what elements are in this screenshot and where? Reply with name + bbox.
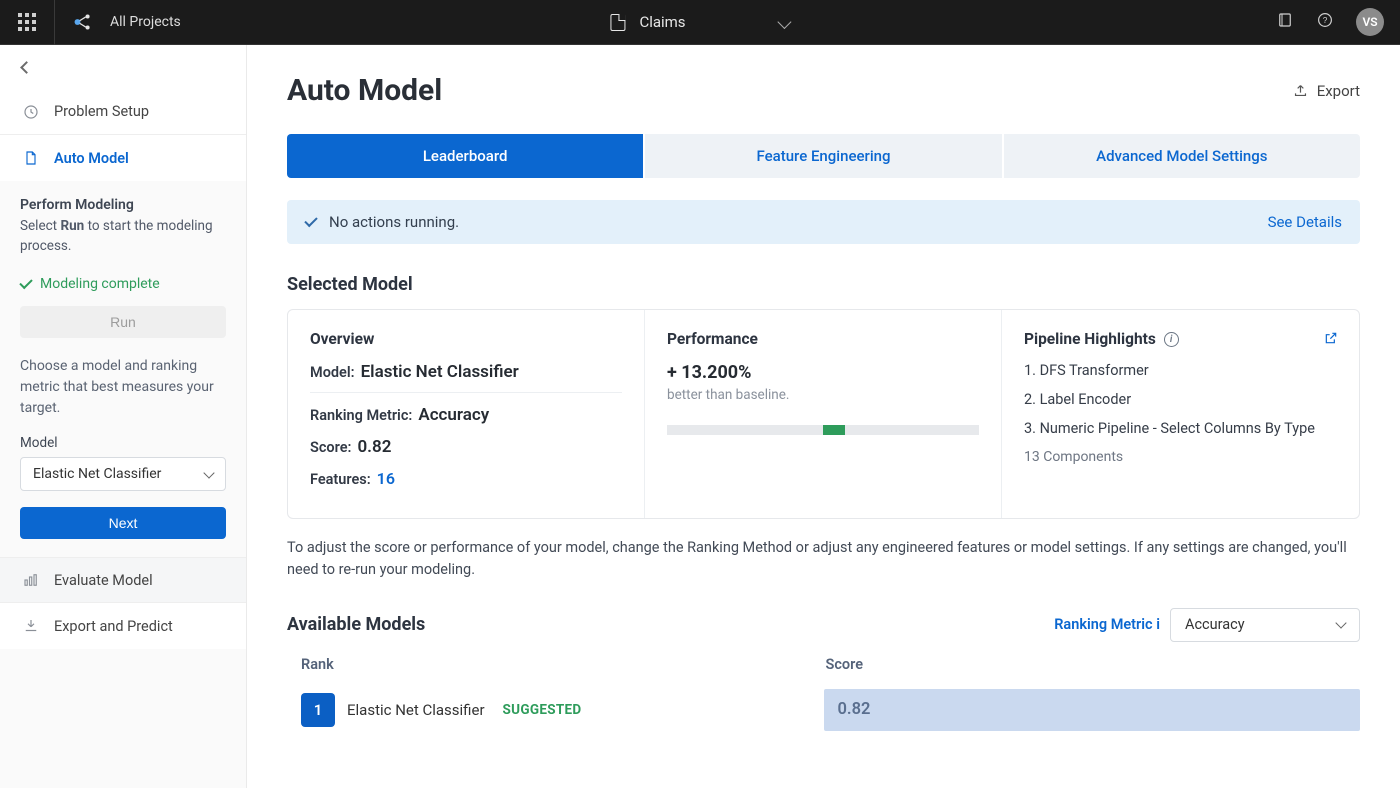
sidebar-item-evaluate-model[interactable]: Evaluate Model (0, 557, 246, 603)
apps-grid-button[interactable] (0, 0, 55, 45)
overview-heading: Overview (310, 330, 622, 348)
docs-icon[interactable] (1276, 11, 1294, 33)
performance-panel: Performance + 13.200% better than baseli… (645, 310, 1002, 518)
overview-panel: Overview Model: Elastic Net Classifier R… (288, 310, 645, 518)
perform-modeling-text: Perform Modeling Select Run to start the… (0, 181, 246, 266)
column-rank: Rank (301, 656, 822, 673)
run-button[interactable]: Run (20, 306, 226, 338)
sidebar-item-export-predict[interactable]: Export and Predict (0, 603, 246, 649)
overview-rank-key: Ranking Metric: (310, 407, 412, 424)
sidebar: Problem Setup Auto Model Perform Modelin… (0, 45, 247, 788)
overview-features-key: Features: (310, 471, 371, 488)
chevron-down-icon (1335, 618, 1346, 629)
performance-heading: Performance (667, 330, 979, 348)
column-score: Score (822, 656, 1347, 673)
model-name: Elastic Net Classifier (347, 701, 485, 719)
models-table: Rank Score 1 Elastic Net Classifier SUGG… (287, 656, 1360, 737)
selected-model-panels: Overview Model: Elastic Net Classifier R… (287, 309, 1360, 519)
overview-model-key: Model: (310, 364, 355, 381)
perform-modeling-desc-a: Select (20, 218, 60, 234)
pipeline-components-count: 13 Components (1024, 449, 1337, 465)
info-icon[interactable]: i (1156, 616, 1160, 633)
check-icon (19, 275, 32, 288)
overview-model-value: Elastic Net Classifier (361, 362, 519, 382)
selected-model-heading: Selected Model (287, 274, 1360, 295)
pipeline-item: 1. DFS Transformer (1024, 362, 1337, 379)
clock-icon (22, 103, 40, 121)
perform-modeling-heading: Perform Modeling (20, 197, 226, 213)
chevron-left-icon (20, 61, 33, 74)
performance-subtitle: better than baseline. (667, 387, 979, 403)
modeling-complete-label: Modeling complete (40, 276, 160, 292)
sidebar-item-problem-setup[interactable]: Problem Setup (0, 89, 246, 135)
sidebar-item-label: Problem Setup (54, 103, 149, 120)
pipeline-item: 3. Numeric Pipeline - Select Columns By … (1024, 420, 1337, 437)
pipeline-list: 1. DFS Transformer 2. Label Encoder 3. N… (1024, 362, 1337, 437)
available-models-heading: Available Models (287, 614, 425, 635)
pipeline-heading-text: Pipeline Highlights (1024, 330, 1156, 348)
project-selector[interactable]: Claims (610, 13, 789, 31)
sidebar-item-auto-model[interactable]: Auto Model (0, 135, 246, 181)
pipeline-heading: Pipeline Highlights i (1024, 330, 1337, 348)
check-icon (304, 214, 317, 227)
score-cell: 0.82 (824, 689, 1361, 731)
chart-icon (22, 571, 40, 589)
content-area: Auto Model Export Leaderboard Feature En… (247, 45, 1400, 788)
model-label: Model (0, 433, 246, 455)
file-icon (22, 149, 40, 167)
perform-modeling-desc-b: Run (60, 218, 84, 234)
export-label: Export (1317, 82, 1360, 100)
tabs: Leaderboard Feature Engineering Advanced… (287, 134, 1360, 178)
tab-advanced-settings[interactable]: Advanced Model Settings (1004, 134, 1360, 178)
status-banner: No actions running. See Details (287, 200, 1360, 244)
pipeline-item: 2. Label Encoder (1024, 391, 1337, 408)
performance-bar-segment (823, 425, 845, 435)
open-external-icon[interactable] (1323, 330, 1339, 346)
pipeline-panel: Pipeline Highlights i 1. DFS Transformer… (1002, 310, 1359, 518)
performance-delta: + 13.200% (667, 362, 979, 383)
brand-icon (55, 11, 110, 33)
ranking-metric-label-text: Ranking Metric (1054, 616, 1152, 633)
modeling-complete-status: Modeling complete (0, 266, 246, 298)
model-choose-help: Choose a model and ranking metric that b… (0, 342, 246, 433)
export-button[interactable]: Export (1292, 82, 1360, 100)
next-button[interactable]: Next (20, 507, 226, 539)
sidebar-item-label: Auto Model (54, 150, 129, 167)
project-name: Claims (639, 13, 685, 31)
sidebar-item-label: Export and Predict (54, 618, 173, 635)
model-select[interactable]: Elastic Net Classifier (20, 457, 226, 491)
help-icon[interactable]: ? (1316, 11, 1334, 33)
tab-feature-engineering[interactable]: Feature Engineering (645, 134, 1003, 178)
ranking-metric-select[interactable]: Accuracy (1170, 608, 1360, 642)
apps-grid-icon (18, 13, 36, 31)
perform-modeling-desc: Select Run to start the modeling process… (20, 217, 226, 256)
tab-leaderboard[interactable]: Leaderboard (287, 134, 645, 178)
overview-score-key: Score: (310, 439, 351, 456)
info-icon[interactable]: i (1164, 332, 1179, 347)
breadcrumb[interactable]: All Projects (110, 14, 181, 30)
model-select-value: Elastic Net Classifier (33, 466, 161, 482)
ranking-metric-label: Ranking Metric i (1054, 616, 1160, 633)
avatar[interactable]: VS (1356, 8, 1384, 36)
rank-badge: 1 (301, 693, 335, 727)
chevron-down-icon (777, 15, 791, 29)
sidebar-collapse-button[interactable] (0, 45, 246, 89)
chevron-down-icon (203, 467, 214, 478)
model-row[interactable]: 1 Elastic Net Classifier SUGGESTED 0.82 (287, 683, 1360, 737)
suggested-badge: SUGGESTED (503, 702, 582, 718)
download-icon (22, 617, 40, 635)
adjust-hint: To adjust the score or performance of yo… (287, 537, 1360, 582)
file-icon (610, 14, 625, 31)
overview-features-link[interactable]: 16 (377, 469, 395, 488)
overview-score-value: 0.82 (357, 437, 391, 457)
overview-rank-value: Accuracy (418, 405, 489, 425)
page-title: Auto Model (287, 73, 442, 108)
ranking-metric-value: Accuracy (1185, 616, 1245, 633)
svg-text:?: ? (1323, 16, 1328, 25)
see-details-link[interactable]: See Details (1268, 213, 1342, 231)
status-text: No actions running. (329, 213, 459, 231)
performance-bar (667, 425, 979, 435)
sidebar-item-label: Evaluate Model (54, 572, 153, 589)
